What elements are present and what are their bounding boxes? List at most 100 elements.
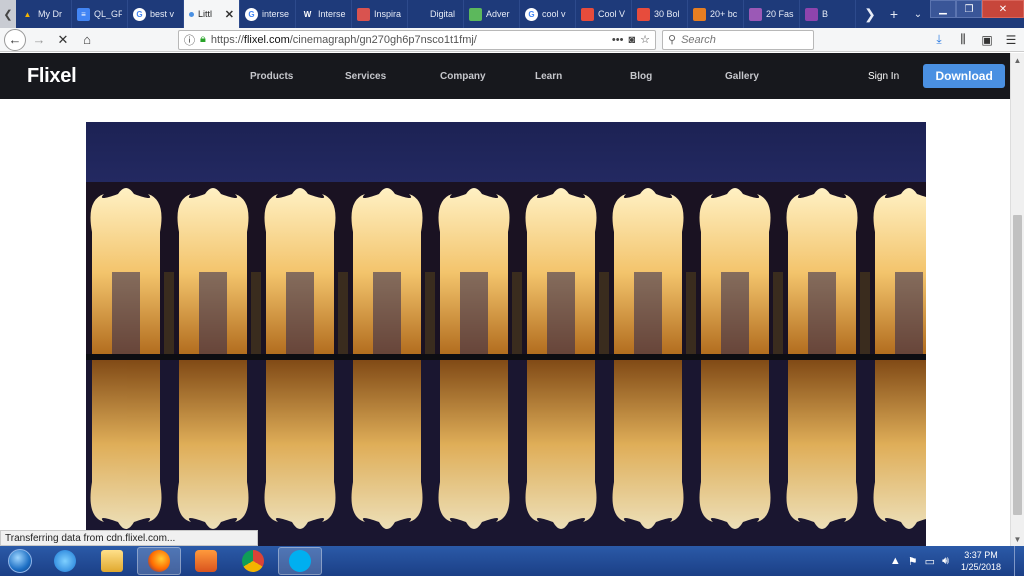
tab-title: My Dr xyxy=(38,9,62,19)
taskbar-chrome[interactable] xyxy=(231,547,275,575)
network-icon[interactable]: ▭ xyxy=(925,555,935,568)
windows-taskbar: ▲ ⚑ ▭ 🔊︎ 3:37 PM 1/25/2018 xyxy=(0,546,1024,576)
wikipedia-icon: W xyxy=(303,9,312,19)
tab-11[interactable]: 30 Bol xyxy=(632,0,688,28)
nav-item-learn[interactable]: Learn xyxy=(535,71,630,82)
site-icon xyxy=(693,7,706,21)
tab-3[interactable]: Littl ✕ xyxy=(184,0,240,28)
taskbar-skype[interactable] xyxy=(278,547,322,575)
tab-title: QL_GF xyxy=(94,9,122,19)
sidebar-button[interactable]: ▣ xyxy=(978,31,996,49)
tab-10[interactable]: Cool V xyxy=(576,0,632,28)
scroll-down-arrow-icon[interactable]: ▼ xyxy=(1011,532,1024,546)
taskbar-media-player[interactable] xyxy=(184,547,228,575)
media-player-icon xyxy=(195,550,217,572)
close-window-button[interactable]: ✕ xyxy=(982,0,1024,18)
mosque-arches-image xyxy=(86,122,926,546)
bookmark-star-icon[interactable]: ☆ xyxy=(640,33,650,46)
action-center-flag-icon[interactable]: ⚑ xyxy=(908,555,918,568)
tab-4[interactable]: Ginterse xyxy=(240,0,296,28)
site-icon xyxy=(413,7,426,21)
site-icon xyxy=(805,7,818,21)
show-desktop-button[interactable] xyxy=(1014,546,1024,576)
tab-7[interactable]: Digital xyxy=(408,0,464,28)
tab-title: cool v xyxy=(542,9,566,19)
tab-14[interactable]: B xyxy=(800,0,856,28)
minimize-button[interactable]: ▁ xyxy=(930,0,956,18)
tab-2[interactable]: Gbest v xyxy=(128,0,184,28)
page-content xyxy=(0,99,1010,546)
home-button[interactable]: ⌂ xyxy=(76,29,98,51)
tab-0[interactable]: ▲ My Dr xyxy=(16,0,72,28)
info-icon[interactable]: ⓘ xyxy=(184,32,195,48)
page-actions-icon[interactable]: ••• xyxy=(612,34,624,46)
url-bar[interactable]: ⓘ 🔒︎ https://flixel.com/cinemagraph/gn27… xyxy=(178,29,656,50)
taskbar-file-explorer[interactable] xyxy=(90,547,134,575)
site-icon xyxy=(357,7,370,21)
new-tab-button[interactable]: + xyxy=(882,0,906,28)
tab-title: Interse xyxy=(318,9,346,19)
site-nav: Products Services Company Learn Blog Gallery xyxy=(250,71,820,82)
internet-explorer-icon xyxy=(54,550,76,572)
page-scrollbar[interactable]: ▲ ▼ xyxy=(1010,53,1024,546)
clock-time: 3:37 PM xyxy=(964,550,998,560)
site-icon xyxy=(469,7,482,21)
tab-6[interactable]: Inspira xyxy=(352,0,408,28)
taskbar-firefox[interactable] xyxy=(137,547,181,575)
clock[interactable]: 3:37 PM 1/25/2018 xyxy=(956,549,1006,573)
nav-item-products[interactable]: Products xyxy=(250,71,345,82)
tab-8[interactable]: Adver xyxy=(464,0,520,28)
tab-title: interse xyxy=(262,9,290,19)
lock-icon[interactable]: 🔒︎ xyxy=(200,33,206,46)
url-text[interactable]: https://flixel.com/cinemagraph/gn270gh6p… xyxy=(211,34,607,46)
search-bar[interactable]: ⚲ xyxy=(662,29,814,50)
firefox-icon xyxy=(148,550,170,572)
scroll-up-arrow-icon[interactable]: ▲ xyxy=(1011,53,1024,67)
start-button[interactable] xyxy=(0,546,40,576)
skype-icon xyxy=(289,550,311,572)
chrome-icon xyxy=(242,550,264,572)
nav-item-gallery[interactable]: Gallery xyxy=(725,71,820,82)
nav-item-services[interactable]: Services xyxy=(345,71,440,82)
back-button[interactable]: ← xyxy=(4,28,26,51)
google-docs-icon: ≡ xyxy=(77,7,90,21)
sign-in-link[interactable]: Sign In xyxy=(868,71,899,82)
search-input[interactable] xyxy=(681,33,802,46)
tab-1[interactable]: ≡ QL_GF xyxy=(72,0,128,28)
nav-item-company[interactable]: Company xyxy=(440,71,535,82)
pocket-icon[interactable]: ◙ xyxy=(628,34,635,46)
window-controls: ▁ ❐ ✕ xyxy=(930,0,1024,28)
tray-expand-icon[interactable]: ▲ xyxy=(890,555,901,567)
tab-9[interactable]: Gcool v xyxy=(520,0,576,28)
stop-icon: ✕ xyxy=(57,31,69,47)
volume-icon[interactable]: 🔊︎ xyxy=(942,555,949,568)
tab-5[interactable]: W Interse xyxy=(296,0,352,28)
tab-strip: ❮ ▲ My Dr ≡ QL_GF Gbest v Littl ✕ Ginterse W Inte… xyxy=(0,0,1024,28)
all-tabs-button[interactable]: ⌄ xyxy=(906,0,930,28)
tab-12[interactable]: 20+ bc xyxy=(688,0,744,28)
tab-title: Cool V xyxy=(598,9,626,19)
tab-title: Littl xyxy=(198,9,213,19)
library-button[interactable]: ⫼ xyxy=(954,31,972,49)
downloads-button[interactable]: ⤓ xyxy=(930,31,948,49)
google-icon: G xyxy=(525,7,538,21)
url-path: /cinemagraph/gn270gh6p7nsco1t1fmj/ xyxy=(289,33,477,46)
restore-button[interactable]: ❐ xyxy=(956,0,982,18)
tab-13[interactable]: 20 Fas xyxy=(744,0,800,28)
flixel-logo[interactable]: Flixel xyxy=(27,65,217,88)
forward-button[interactable]: → xyxy=(28,29,50,51)
close-tab-icon[interactable]: ✕ xyxy=(225,8,234,21)
nav-item-blog[interactable]: Blog xyxy=(630,71,725,82)
download-button[interactable]: Download xyxy=(923,64,1006,88)
menu-button[interactable]: ☰ xyxy=(1002,31,1020,49)
tab-scroll-right-button[interactable]: ❯ xyxy=(858,0,882,28)
tab-scroll-left-button[interactable]: ❮ xyxy=(0,0,16,28)
sidebar-icon: ▣ xyxy=(981,32,993,47)
taskbar-internet-explorer[interactable] xyxy=(43,547,87,575)
clock-date: 1/25/2018 xyxy=(960,562,1002,572)
scroll-thumb[interactable] xyxy=(1013,215,1022,515)
site-header: Flixel Products Services Company Learn Blog G… xyxy=(0,53,1010,99)
cinemagraph-image[interactable] xyxy=(86,122,926,546)
stop-button[interactable]: ✕ xyxy=(52,29,74,51)
chevron-left-icon: ❮ xyxy=(3,8,13,21)
